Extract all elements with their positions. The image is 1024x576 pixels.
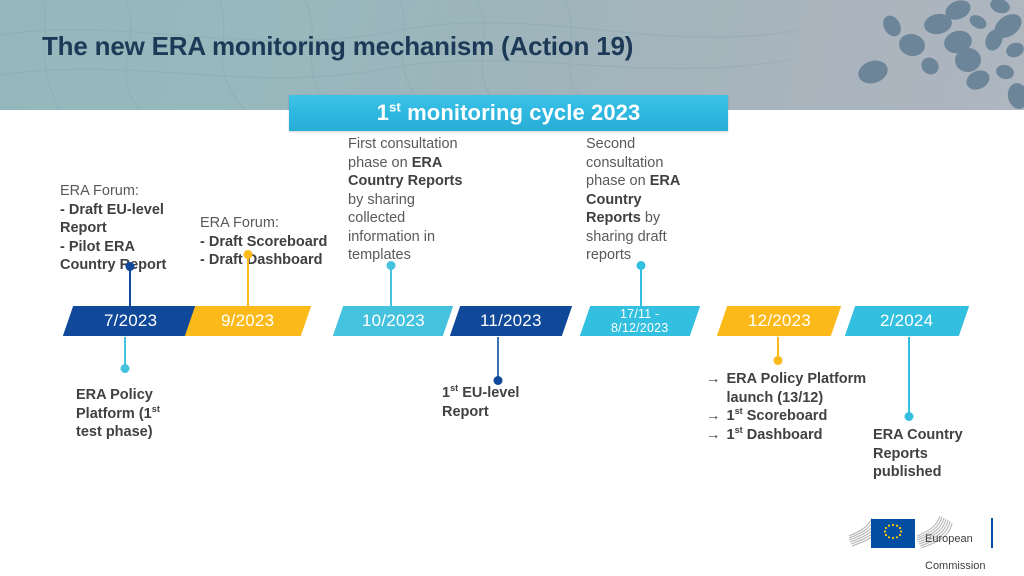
connector-11-2023-bottom bbox=[493, 337, 503, 385]
eu-logo-line1: European bbox=[925, 533, 973, 546]
timeline-bar-label: 10/2023 bbox=[361, 311, 425, 331]
note-line: - Pilot ERA Country Report bbox=[60, 238, 167, 274]
note-part: by sharing collected information in temp… bbox=[348, 191, 436, 264]
deliverable-item: → 1st Scoreboard bbox=[706, 407, 871, 426]
page-title: The new ERA monitoring mechanism (Action… bbox=[42, 31, 634, 61]
timeline-bar-label: 11/2023 bbox=[480, 311, 542, 331]
european-commission-logo: European Commission bbox=[845, 512, 993, 572]
timeline-bar-label: 9/2023 bbox=[221, 311, 275, 331]
note-part: test phase) bbox=[76, 424, 153, 441]
connector-2-2024-bottom bbox=[904, 337, 914, 421]
arrow-right-icon: → bbox=[706, 408, 721, 425]
note-part: ERA Policy Platform (1 bbox=[76, 387, 153, 422]
eu-logo-text: European Commission bbox=[925, 520, 986, 574]
connector-17-11-top bbox=[636, 261, 646, 308]
deliverable-part: Dashboard bbox=[742, 426, 823, 443]
note-line: - Draft EU-level Report bbox=[60, 201, 164, 237]
timeline-bar-2-2024[interactable]: 2/2024 bbox=[844, 306, 970, 336]
timeline-bar-label: 2/2024 bbox=[880, 311, 934, 331]
cycle-banner-suffix: monitoring cycle 2023 bbox=[400, 100, 641, 125]
connector-dot bbox=[386, 261, 396, 270]
connector-dot bbox=[904, 412, 914, 421]
connector-7-2023-bottom bbox=[120, 337, 130, 373]
note-line: ERA Forum: bbox=[200, 215, 279, 231]
eu-logo-line2: Commission bbox=[925, 560, 986, 573]
eu-stars bbox=[883, 523, 903, 540]
timeline-bar-label: 17/11 - 8/12/2023 bbox=[611, 307, 669, 335]
eu-logo-rule bbox=[991, 518, 993, 548]
deliverable-label: 1st Dashboard bbox=[726, 424, 823, 445]
deliverable-ordinal: st bbox=[734, 406, 743, 417]
timeline-bar-10-2023[interactable]: 10/2023 bbox=[332, 306, 454, 336]
connector-dot bbox=[120, 364, 130, 373]
note-era-forum-1: ERA Forum: - Draft EU-level Report - Pil… bbox=[60, 182, 190, 275]
timeline-bar-7-2023[interactable]: 7/2023 bbox=[62, 306, 200, 336]
deliverable-ordinal: st bbox=[734, 424, 743, 435]
deliverable-item: → 1st Dashboard bbox=[706, 424, 871, 445]
arrow-right-icon: → bbox=[706, 426, 721, 443]
note-december-deliverables: → ERA Policy Platform launch (13/12) → 1… bbox=[706, 370, 871, 444]
deliverable-label: 1st Scoreboard bbox=[727, 407, 828, 426]
arrow-right-icon: → bbox=[706, 371, 721, 387]
note-ordinal: st bbox=[151, 403, 160, 414]
note-era-policy-platform: ERA Policy Platform (1st test phase) bbox=[76, 386, 188, 442]
deliverable-part: 1 bbox=[726, 426, 735, 443]
timeline-bar-17-11-8-12-2023[interactable]: 17/11 - 8/12/2023 bbox=[579, 306, 701, 336]
timeline-bar-11-2023[interactable]: 11/2023 bbox=[449, 306, 573, 336]
note-part: 1 bbox=[442, 385, 451, 401]
cycle-banner-ordinal: st bbox=[389, 99, 401, 115]
note-line: ERA Forum: bbox=[60, 183, 139, 199]
timeline-bar-label: 7/2023 bbox=[104, 311, 158, 331]
connector-9-2023-top bbox=[243, 250, 253, 308]
cycle-banner-label: 1st monitoring cycle 2023 bbox=[377, 100, 641, 126]
note-line: - Draft Scoreboard bbox=[200, 233, 328, 250]
eu-flag-icon bbox=[871, 519, 915, 548]
note-era-forum-2: ERA Forum: - Draft Scoreboard - Draft Da… bbox=[200, 214, 350, 270]
header-banner: The new ERA monitoring mechanism (Action… bbox=[0, 0, 1024, 110]
connector-dot bbox=[125, 262, 135, 271]
timeline-bar-9-2023[interactable]: 9/2023 bbox=[184, 306, 312, 336]
connector-dot bbox=[243, 250, 253, 259]
timeline-bar-label: 12/2023 bbox=[747, 311, 811, 331]
connector-12-2023-bottom bbox=[773, 337, 783, 365]
deliverable-part: Scoreboard bbox=[742, 408, 828, 425]
connector-dot bbox=[773, 356, 783, 365]
connector-dot bbox=[636, 261, 646, 270]
note-country-reports-published: ERA Country Reports published bbox=[873, 427, 963, 481]
cycle-banner-prefix: 1 bbox=[376, 100, 389, 125]
connector-10-2023-top bbox=[386, 261, 396, 308]
cycle-banner: 1st monitoring cycle 2023 bbox=[289, 95, 728, 131]
note-eu-level-report: 1st EU-level Report bbox=[442, 384, 562, 421]
note-ordinal: st bbox=[450, 383, 459, 394]
deliverable-item: → ERA Policy Platform launch (13/12) bbox=[706, 370, 871, 407]
deliverable-part: 1 bbox=[726, 408, 735, 425]
note-first-consultation: First consultation phase on ERA Country … bbox=[348, 135, 470, 265]
deliverable-label: ERA Policy Platform launch (13/12) bbox=[726, 371, 867, 406]
connector-7-2023-top bbox=[125, 262, 135, 308]
note-line: - Draft Dashboard bbox=[200, 252, 323, 269]
note-second-consultation: Second consultation phase on ERA Country… bbox=[586, 135, 698, 265]
timeline-bar-12-2023[interactable]: 12/2023 bbox=[716, 306, 842, 336]
